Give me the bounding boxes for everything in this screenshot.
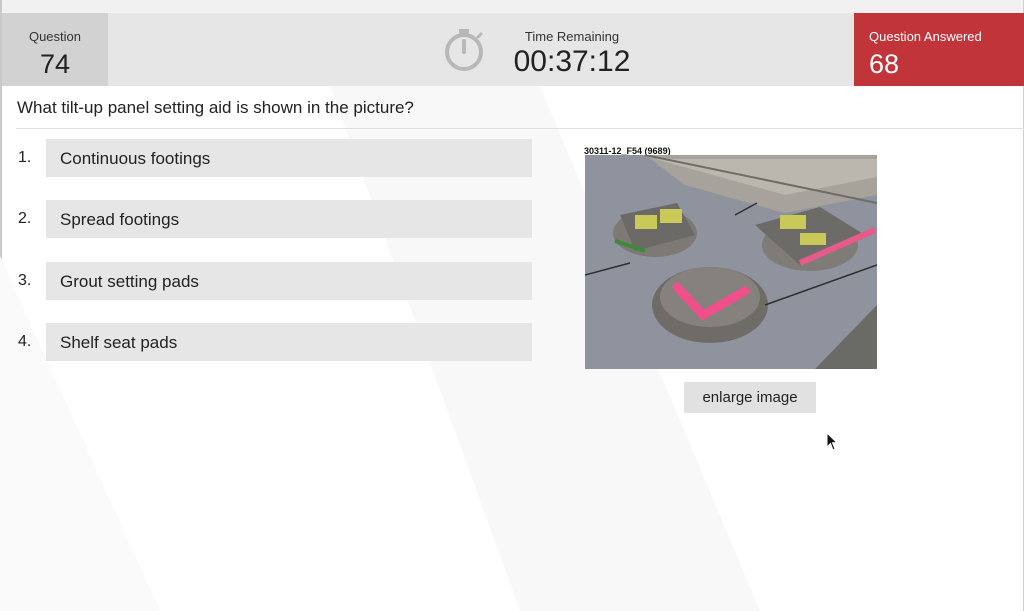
enlarge-image-button[interactable]: enlarge image (684, 382, 816, 413)
question-text: What tilt-up panel setting aid is shown … (17, 98, 414, 117)
time-remaining-value: 00:37:12 (513, 45, 631, 78)
answer-option-1: 1. Continuous footings (18, 139, 538, 177)
answered-label: Question Answered (869, 29, 982, 44)
stopwatch-icon (445, 29, 483, 71)
answer-option-4: 4. Shelf seat pads (18, 323, 538, 361)
option-button[interactable]: Grout setting pads (46, 262, 532, 300)
time-remaining-label: Time Remaining (524, 29, 620, 44)
option-label: Continuous footings (60, 149, 211, 168)
option-button[interactable]: Continuous footings (46, 139, 532, 177)
exam-window: Question 74 Time Remaining 00:37:12 Ques… (0, 0, 1024, 611)
answer-option-3: 3. Grout setting pads (18, 262, 538, 300)
option-label: Spread footings (60, 210, 180, 229)
answered-count: 68 (869, 49, 900, 79)
questions-answered-box: Question Answered 68 (854, 13, 1024, 86)
option-index: 1. (18, 149, 32, 166)
option-index: 2. (18, 210, 32, 227)
answer-option-2: 2. Spread footings (18, 200, 538, 238)
option-index: 4. (18, 333, 32, 350)
question-counter: Question 74 (2, 13, 108, 86)
option-index: 3. (18, 272, 32, 289)
divider (16, 128, 1024, 129)
option-button[interactable]: Spread footings (46, 200, 532, 238)
question-label: Question (28, 29, 82, 44)
question-number: 74 (39, 49, 71, 79)
option-button[interactable]: Shelf seat pads (46, 323, 532, 361)
top-strip (0, 0, 1024, 13)
mouse-cursor-icon (826, 432, 838, 451)
header-bar: Question 74 Time Remaining 00:37:12 Ques… (2, 13, 1024, 86)
option-label: Grout setting pads (60, 272, 199, 291)
option-label: Shelf seat pads (60, 333, 178, 352)
question-image (585, 155, 877, 369)
